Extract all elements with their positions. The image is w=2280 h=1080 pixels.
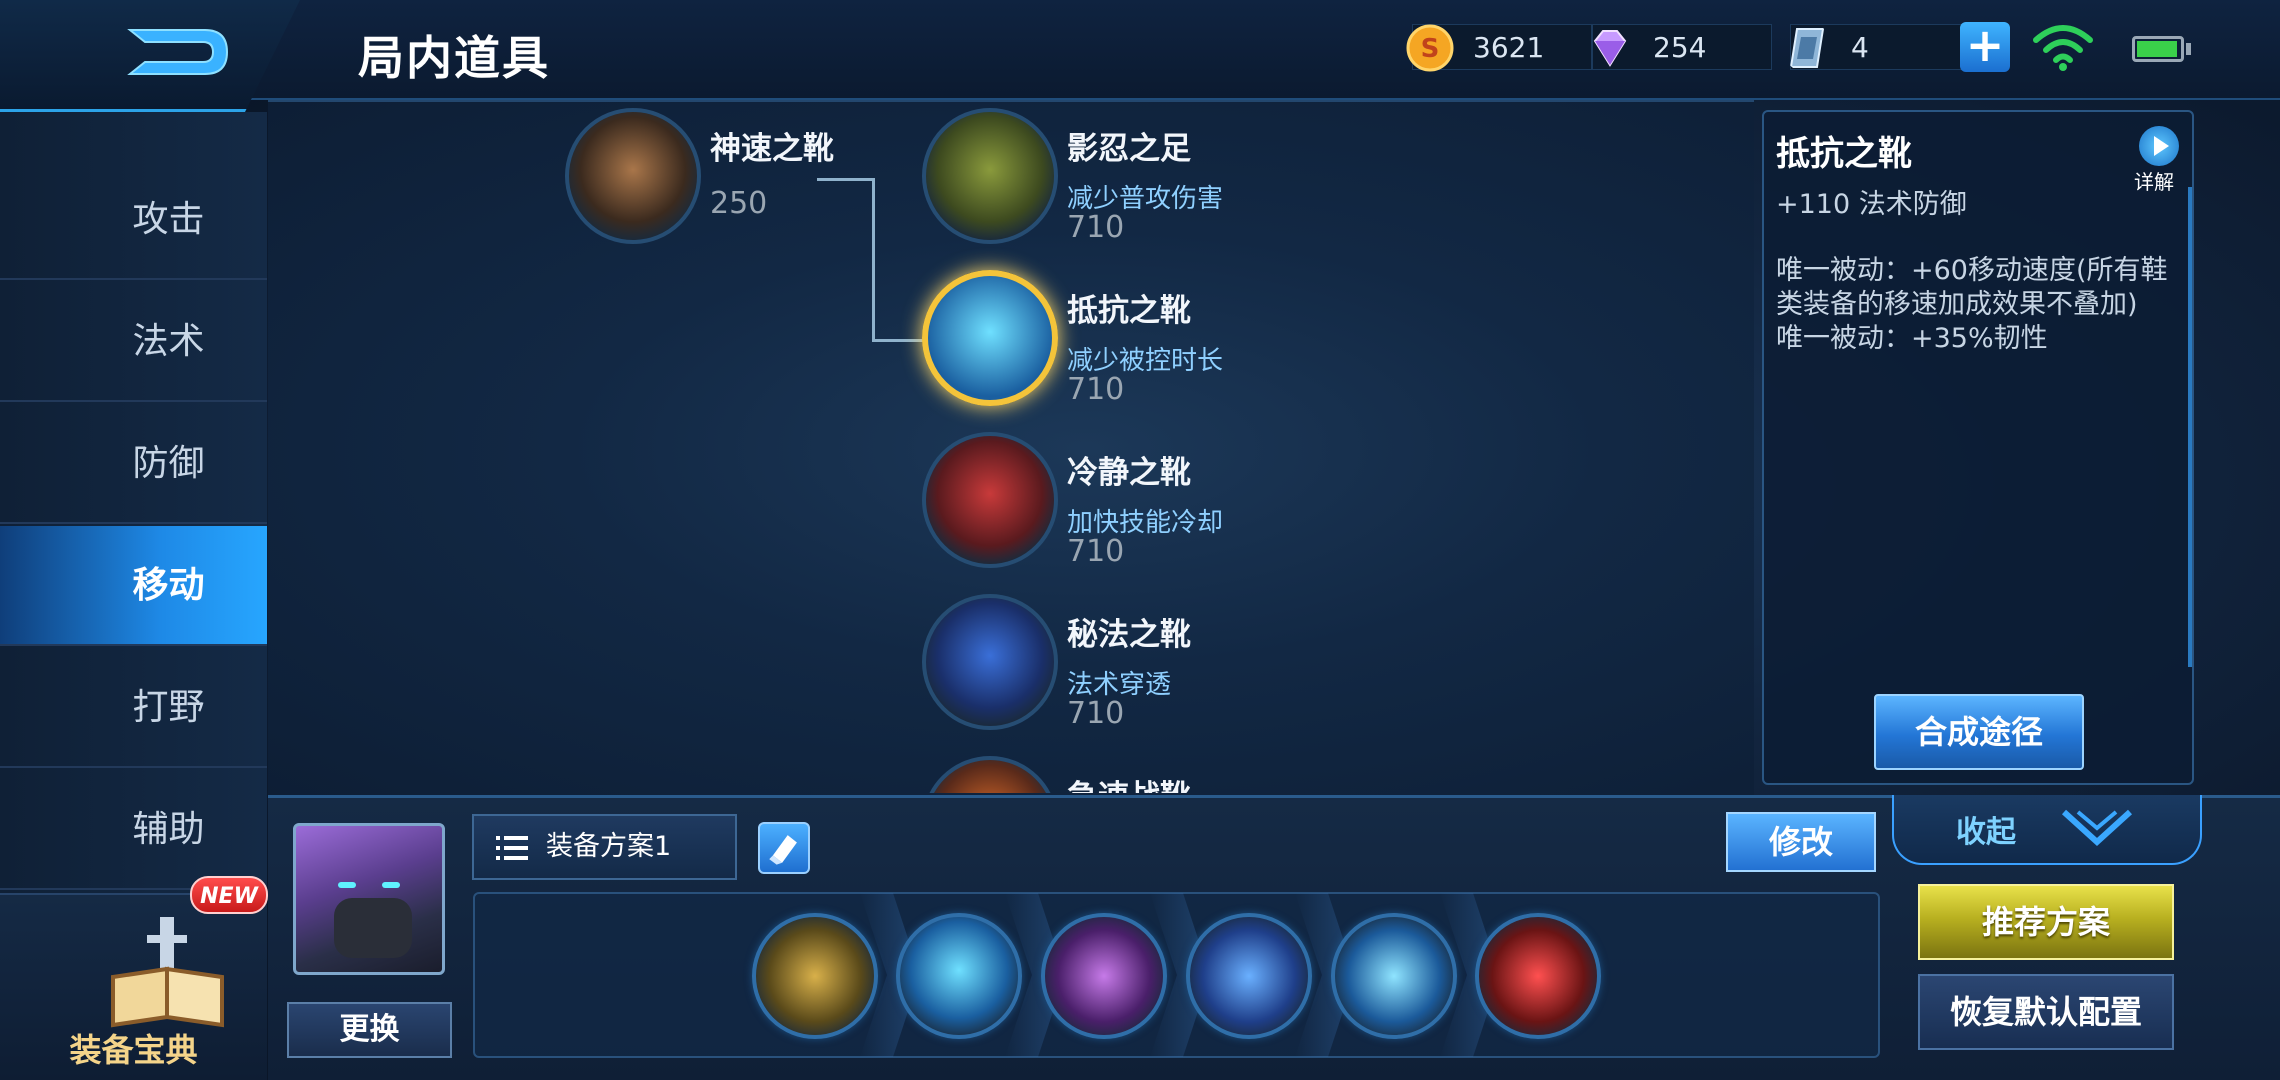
detail-title: 抵抗之靴 <box>1776 134 1912 174</box>
gold-counter: S 3621 <box>1406 24 1592 72</box>
avatar-mask <box>334 898 412 958</box>
collapse-button[interactable] <box>1892 795 2202 865</box>
shadow-feet-icon <box>922 108 1058 244</box>
battery-tip <box>2186 43 2191 55</box>
diamond-icon <box>1593 30 1627 67</box>
detail-passive: 唯一被动：+60移动速度(所有鞋类装备的移速加成效果不叠加) 唯一被动：+35%… <box>1776 255 2168 354</box>
detail-scrollbar[interactable] <box>2188 187 2192 667</box>
add-currency-button[interactable]: + <box>1960 22 2010 72</box>
item-price: 250 <box>710 186 768 221</box>
compose-path-button[interactable]: 合成途径 <box>1874 694 2084 770</box>
recommended-plan-button[interactable]: 推荐方案 <box>1918 884 2174 960</box>
resistance-boots-icon <box>922 270 1058 406</box>
nav-item-magic[interactable]: 法术 <box>0 282 267 402</box>
avatar-eye <box>338 882 356 888</box>
haste-boots-icon <box>922 756 1058 793</box>
rename-plan-button[interactable] <box>758 822 810 874</box>
battery-icon <box>2132 36 2184 62</box>
list-icon <box>496 836 528 860</box>
codex-book-icon <box>111 917 224 1028</box>
item-name: 冷静之靴 <box>1067 455 1191 491</box>
collapse-label[interactable]: 收起 <box>1956 807 2016 851</box>
item-name: 急速战靴 <box>1067 771 1191 793</box>
item-price: 710 <box>1067 210 1125 245</box>
item-price: 710 <box>1067 696 1125 731</box>
item-haste-boots-clip: 急速战靴 <box>922 756 1622 793</box>
play-detail-icon[interactable] <box>2139 126 2179 166</box>
arcane-boots-icon <box>922 594 1058 730</box>
detail-stat: +110 法术防御 <box>1776 189 1967 220</box>
codex-label: 装备宝典 <box>69 1031 198 1069</box>
detail-label[interactable]: 详解 <box>2134 166 2174 195</box>
equip-slot-6[interactable] <box>1475 913 1601 1039</box>
wifi-icon <box>2033 25 2093 71</box>
reset-default-button[interactable]: 恢复默认配置 <box>1918 974 2174 1050</box>
equipment-codex-button[interactable]: 装备宝典 <box>0 893 267 1080</box>
nav-item-movement[interactable]: 移动 <box>0 526 267 646</box>
equip-slot-3[interactable] <box>1041 913 1167 1039</box>
equip-slot-2[interactable] <box>896 913 1022 1039</box>
nav-item-jungle[interactable]: 打野 <box>0 648 267 768</box>
tree-connector <box>872 339 927 342</box>
item-name: 秘法之靴 <box>1067 617 1191 653</box>
item-price: 710 <box>1067 534 1125 569</box>
page-title: 局内道具 <box>358 31 550 85</box>
voucher-value: 4 <box>1851 31 1869 64</box>
tree-connector <box>817 178 874 181</box>
equip-slot-1[interactable] <box>752 913 878 1039</box>
hero-avatar[interactable] <box>293 823 445 975</box>
item-name: 影忍之足 <box>1067 131 1191 167</box>
nav-item-support[interactable]: 辅助 <box>0 770 267 890</box>
diamond-counter: 254 <box>1592 24 1772 70</box>
avatar-eye <box>382 882 400 888</box>
equip-slot-4[interactable] <box>1186 913 1312 1039</box>
voucher-card-icon <box>1789 28 1825 68</box>
item-name: 抵抗之靴 <box>1067 293 1191 329</box>
swift-boots-icon <box>565 108 701 244</box>
modify-button[interactable]: 修改 <box>1726 812 1876 872</box>
item-name: 神速之靴 <box>710 131 834 167</box>
change-hero-button[interactable]: 更换 <box>287 1002 452 1058</box>
item-price: 710 <box>1067 372 1125 407</box>
tree-connector <box>872 178 875 341</box>
plan-label: 装备方案1 <box>546 831 672 862</box>
chevron-down-icon[interactable] <box>2060 808 2134 848</box>
plan-select[interactable]: 装备方案1 <box>472 814 737 880</box>
gold-coin-icon: S <box>1406 24 1454 72</box>
equip-slot-5[interactable] <box>1331 913 1457 1039</box>
nav-item-defense[interactable]: 防御 <box>0 404 267 524</box>
nav-item-attack[interactable]: 攻击 <box>0 160 267 280</box>
diamond-value: 254 <box>1653 31 1707 64</box>
voucher-counter: 4 <box>1789 24 1970 70</box>
item-detail-panel: 抵抗之靴 详解 +110 法术防御 唯一被动：+60移动速度(所有鞋类装备的移速… <box>1762 110 2194 785</box>
back-arrow-icon <box>127 29 229 75</box>
calm-boots-icon <box>922 432 1058 568</box>
eraser-edit-icon <box>769 835 797 865</box>
gold-value: 3621 <box>1473 31 1545 64</box>
new-badge: NEW <box>190 876 268 914</box>
svg-text:S: S <box>1421 34 1440 64</box>
